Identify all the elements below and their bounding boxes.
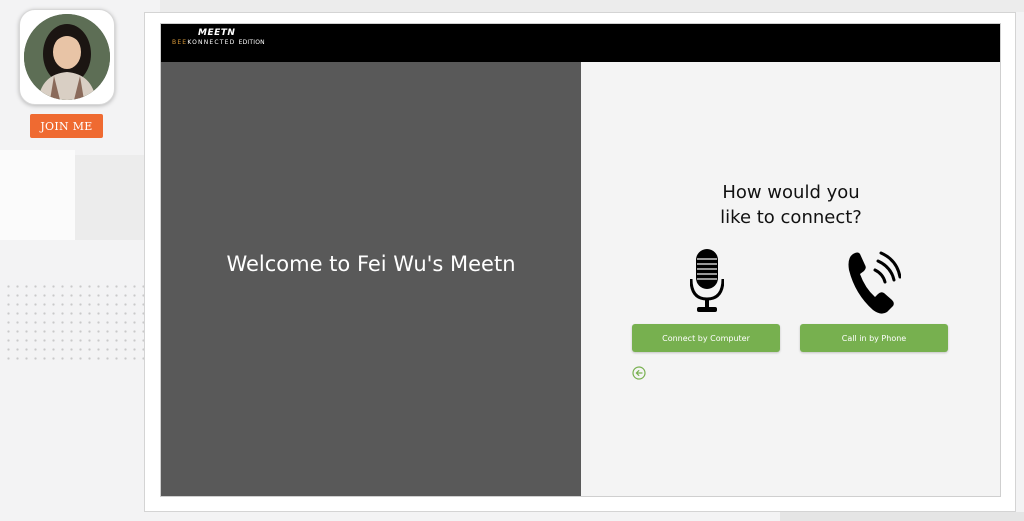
logo-meetn-text: MEETN [198,28,236,38]
background-strip [160,0,1024,12]
background-block [75,155,145,240]
dot-pattern [4,282,144,362]
welcome-title: Welcome to Fei Wu's Meetn [226,252,516,276]
background-block [0,150,75,240]
phone-icon[interactable] [847,250,901,316]
connect-question-line2: like to connect? [720,207,862,228]
connect-by-computer-button[interactable]: Connect by Computer [632,324,780,352]
meetn-app: MEETN BEEKONNECTED EDITION Welcome to Fe… [160,23,1001,497]
page: JOIN ME MEETN BEEKONNECTED EDITION Welco… [0,0,1024,521]
host-avatar [24,14,110,100]
connect-panel: How would you like to connect? Connect b… [581,62,1000,496]
meeting-frame: MEETN BEEKONNECTED EDITION Welcome to Fe… [144,12,1016,512]
avatar-portrait-icon [24,14,110,100]
connect-question-line1: How would you [722,182,860,203]
logo-bee-text: BEE [172,39,188,46]
join-me-button[interactable]: JOIN ME [30,114,103,138]
background-strip [780,512,1024,521]
microphone-icon[interactable] [690,249,724,315]
call-in-by-phone-button[interactable]: Call in by Phone [800,324,948,352]
welcome-panel: Welcome to Fei Wu's Meetn [161,62,581,496]
top-bar: MEETN BEEKONNECTED EDITION [161,24,1000,62]
back-arrow-icon[interactable] [632,366,646,380]
connect-question: How would you like to connect? [691,180,891,230]
logo-subtitle: BEEKONNECTED EDITION [172,39,265,46]
logo-konnected-text: KONNECTED [187,39,236,46]
logo-edition-text: EDITION [238,39,265,46]
host-avatar-frame [19,9,115,105]
